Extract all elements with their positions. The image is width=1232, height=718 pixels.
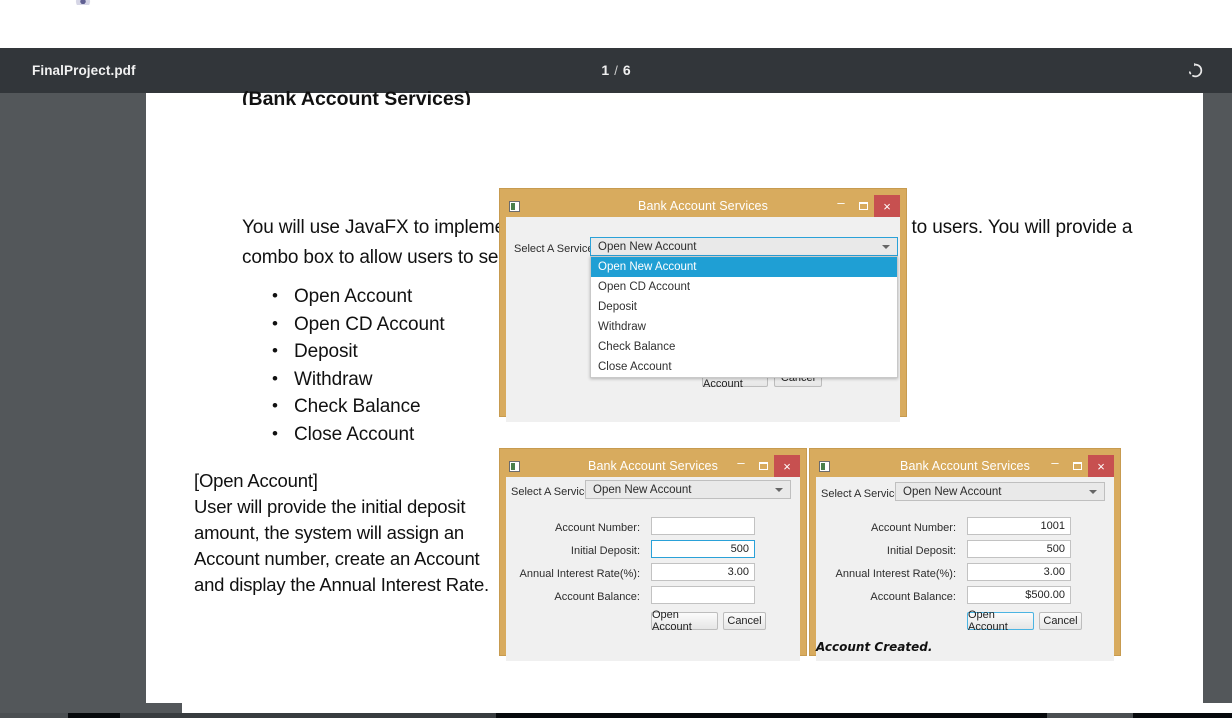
list-item: Close Account — [264, 420, 584, 449]
figure-dialog-before: Bank Account Services – × Select A Servi… — [500, 449, 806, 661]
dropdown-option-deposit[interactable]: Deposit — [591, 297, 897, 317]
open-account-button[interactable]: Open Account — [967, 609, 1034, 633]
close-button[interactable]: × — [874, 195, 900, 217]
service-label: Select A Service: — [511, 486, 594, 498]
status-message: Account Created. — [816, 640, 933, 654]
pdf-page-1: (Bank Account Services) You will use Jav… — [146, 88, 1203, 713]
title-bar: Bank Account Services – × — [506, 195, 900, 217]
service-combobox[interactable]: Open New Account — [585, 480, 791, 499]
screen-root: FinalProject.pdf 1/6 (Bank Account Servi… — [0, 0, 1232, 718]
page-separator: / — [614, 63, 618, 78]
figure-dialog-after: Bank Account Services – × Select A Servi… — [810, 449, 1120, 661]
combobox-value: Open New Account — [598, 240, 697, 253]
minimize-button[interactable]: – — [830, 195, 852, 217]
close-button[interactable]: × — [774, 455, 800, 477]
chevron-down-icon — [882, 244, 890, 249]
taskbar-segment — [0, 713, 68, 718]
initial-deposit-field[interactable]: 500 — [651, 540, 755, 558]
taskbar-segment — [1047, 713, 1133, 718]
maximize-button[interactable] — [752, 455, 774, 477]
service-label: Select A Service: — [821, 488, 904, 500]
annual-interest-rate-label: Annual Interest Rate(%): — [835, 568, 956, 580]
chevron-down-icon — [1089, 489, 1097, 494]
account-number-label: Account Number: — [871, 522, 956, 534]
title-bar: Bank Account Services – × — [506, 455, 800, 477]
chevron-down-icon — [775, 487, 783, 492]
minimize-button[interactable]: – — [1044, 455, 1066, 477]
initial-deposit-label: Initial Deposit: — [886, 545, 956, 557]
window-controls: – × — [830, 195, 900, 217]
open-account-description: [Open Account] User will provide the ini… — [194, 470, 489, 595]
dropdown-option-open-new-account[interactable]: Open New Account — [591, 257, 897, 277]
close-button[interactable]: × — [1088, 455, 1114, 477]
dropdown-option-open-cd-account[interactable]: Open CD Account — [591, 277, 897, 297]
current-page-number: 1 — [601, 62, 610, 78]
os-taskbar[interactable] — [0, 713, 1232, 718]
cancel-button[interactable]: Cancel — [1039, 612, 1082, 630]
viewer-bottom-gray — [0, 703, 182, 713]
account-balance-field[interactable] — [651, 586, 755, 604]
combobox-value: Open New Account — [903, 485, 1002, 498]
page-title: (Bank Account Services) — [242, 88, 472, 105]
account-balance-label: Account Balance: — [554, 591, 640, 603]
window-controls: – × — [730, 455, 800, 477]
dropdown-option-withdraw[interactable]: Withdraw — [591, 317, 897, 337]
rotate-clockwise-icon[interactable] — [1180, 56, 1210, 86]
annual-interest-rate-field[interactable]: 3.00 — [967, 563, 1071, 581]
service-label: Select A Service: — [514, 243, 597, 255]
pdf-viewer-body[interactable]: (Bank Account Services) You will use Jav… — [0, 88, 1232, 713]
screen-artifact-icon — [72, 0, 94, 5]
dropdown-option-check-balance[interactable]: Check Balance — [591, 337, 897, 357]
dropdown-option-close-account[interactable]: Close Account — [591, 357, 897, 377]
service-combobox[interactable]: Open New Account — [895, 482, 1105, 501]
figure-dialog-dropdown: Bank Account Services – × Select A Servi… — [500, 189, 906, 422]
account-number-field[interactable]: 1001 — [967, 517, 1071, 535]
account-balance-label: Account Balance: — [870, 591, 956, 603]
window-controls: – × — [1044, 455, 1114, 477]
title-bar: Bank Account Services – × — [816, 455, 1114, 477]
taskbar-segment — [120, 713, 496, 718]
initial-deposit-label: Initial Deposit: — [570, 545, 640, 557]
annual-interest-rate-label: Annual Interest Rate(%): — [519, 568, 640, 580]
service-combobox[interactable]: Open New Account — [590, 237, 898, 256]
initial-deposit-field[interactable]: 500 — [967, 540, 1071, 558]
viewer-bottom-white — [0, 703, 1232, 713]
minimize-button[interactable]: – — [730, 455, 752, 477]
open-account-button[interactable]: Open Account — [651, 609, 718, 633]
total-page-count: 6 — [622, 62, 631, 78]
top-white-strip — [0, 0, 1232, 48]
account-number-field[interactable] — [651, 517, 755, 535]
combobox-value: Open New Account — [593, 483, 692, 496]
dialog-body: Select A Service: Open New Account Open … — [506, 217, 900, 422]
dialog-body: Select A Service: Open New Account Accou… — [506, 477, 800, 661]
account-number-label: Account Number: — [555, 522, 640, 534]
dialog-body: Select A Service: Open New Account Accou… — [816, 477, 1114, 661]
service-dropdown-list[interactable]: Open New Account Open CD Account Deposit… — [590, 256, 898, 378]
maximize-button[interactable] — [852, 195, 874, 217]
annual-interest-rate-field[interactable]: 3.00 — [651, 563, 755, 581]
cancel-button[interactable]: Cancel — [723, 612, 766, 630]
maximize-button[interactable] — [1066, 455, 1088, 477]
account-balance-field[interactable]: $500.00 — [967, 586, 1071, 604]
